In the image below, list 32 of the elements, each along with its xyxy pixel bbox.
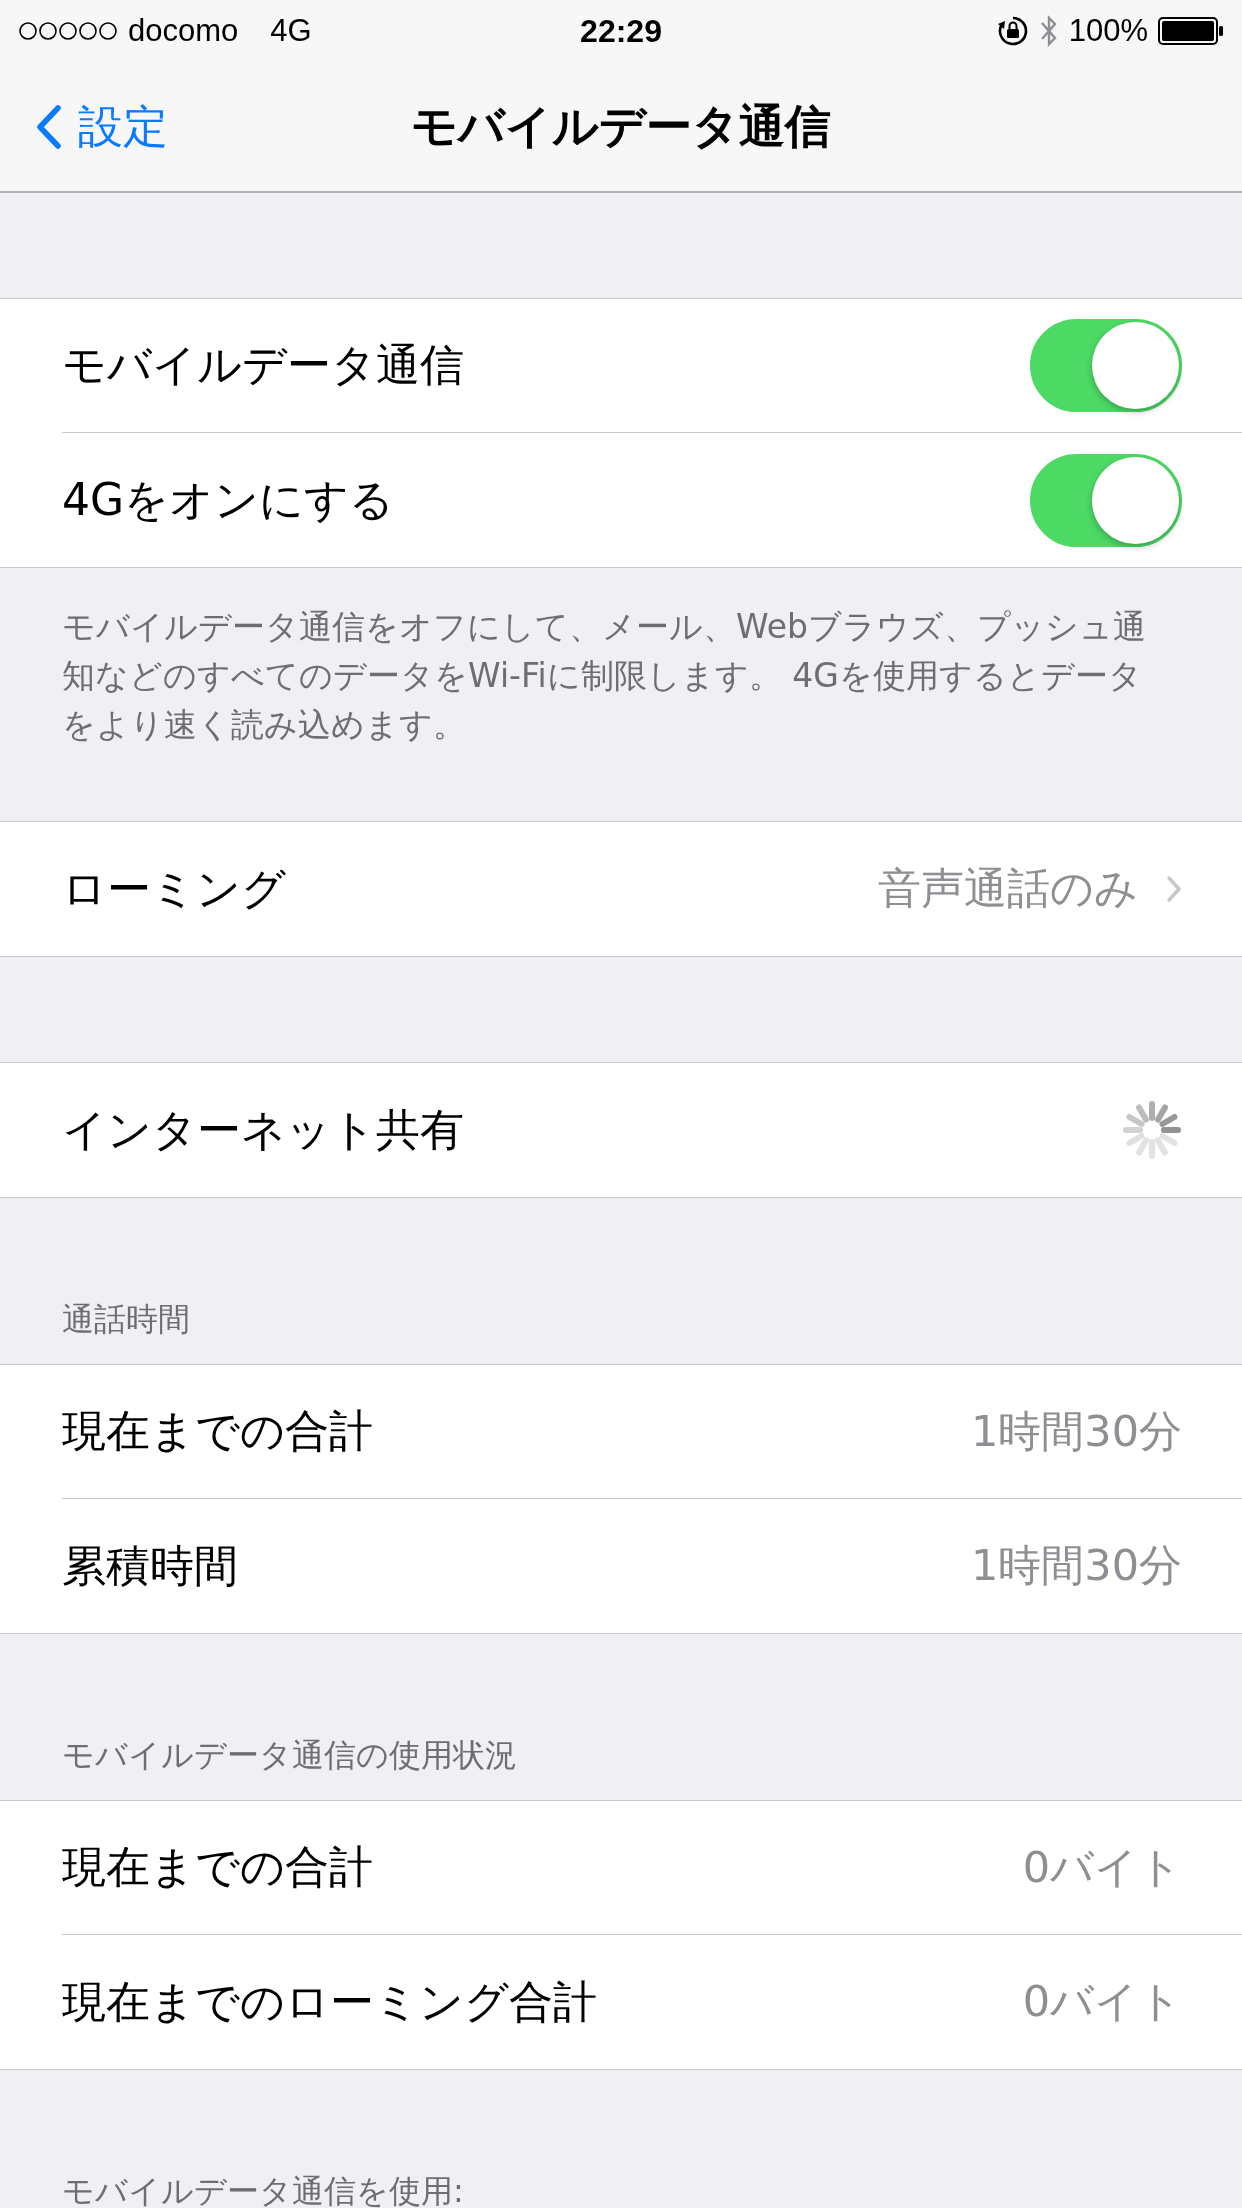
loading-spinner-icon — [1122, 1100, 1182, 1160]
battery-percent: 100% — [1068, 13, 1148, 49]
row-label: 累積時間 — [62, 1538, 238, 1593]
status-time: 22:29 — [580, 12, 662, 50]
section-header: モバイルデータ通信の使用状況 — [62, 1735, 517, 1776]
back-chevron-icon[interactable] — [36, 104, 62, 149]
row-value: 1時間30分 — [970, 1539, 1182, 1592]
rotation-lock-icon — [996, 15, 1029, 47]
row-value: 0バイト — [1022, 1975, 1182, 2028]
network-type: 4G — [270, 13, 312, 49]
row-label: インターネット共有 — [62, 1102, 464, 1157]
section-header: 通話時間 — [62, 1299, 190, 1340]
back-label[interactable]: 設定 — [78, 96, 168, 157]
row-label: 現在までの合計 — [62, 1840, 373, 1894]
disclosure-row[interactable]: ローミング 音声通話のみ — [0, 822, 1242, 956]
section-header: モバイルデータ通信を使用: — [62, 2171, 464, 2208]
chevron-icon — [1166, 875, 1182, 903]
bluetooth-icon — [1038, 14, 1059, 48]
row-label: ローミング — [62, 861, 286, 916]
row-value: 0バイト — [1022, 1840, 1182, 1894]
screen-title: モバイルデータ通信 — [411, 97, 831, 155]
row-label: モバイルデータ通信 — [62, 338, 464, 392]
row-label: 現在までの合計 — [62, 1404, 373, 1458]
battery-icon — [1158, 17, 1224, 45]
section-footer: モバイルデータ通信をオフにして、メール、Webブラウズ、プッシュ通知などのすべてのデータをWi-Fiに制限します。 4Gを使用するとデータをより速く読み込めます。 — [0, 568, 1242, 749]
signal-icon — [18, 21, 118, 41]
row-value: 1時間30分 — [970, 1404, 1182, 1458]
row-label: 4Gをオンにする — [62, 472, 395, 527]
carrier-name: docomo — [128, 13, 239, 49]
row-label: 現在までのローミング合計 — [62, 1974, 597, 2029]
back-button[interactable]: 設定 — [0, 96, 168, 157]
row-value: 音声通話のみ — [878, 862, 1138, 915]
